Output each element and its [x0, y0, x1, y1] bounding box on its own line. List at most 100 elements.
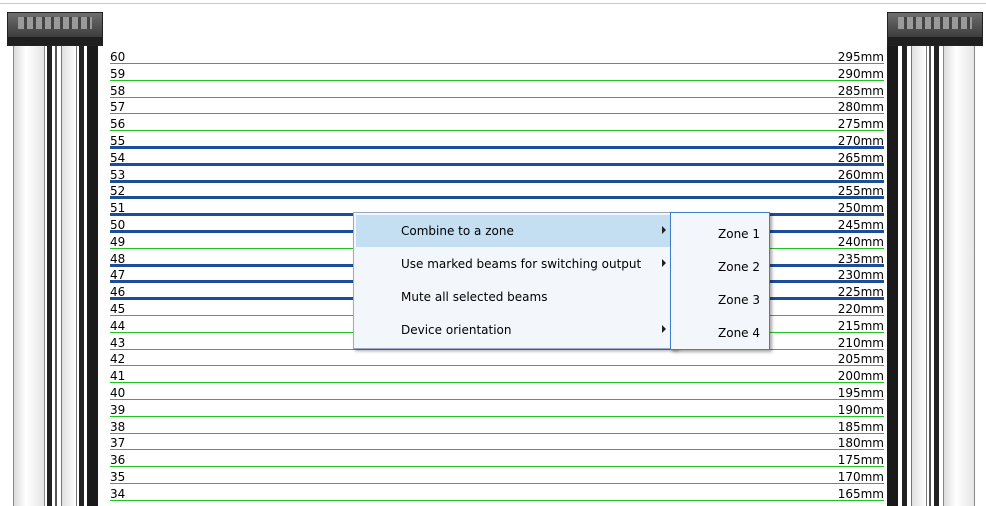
beam-height: 245mm — [837, 218, 884, 232]
beam-row[interactable]: 54 265mm — [110, 148, 884, 166]
beam-row[interactable]: 41 200mm — [110, 366, 884, 384]
beam-height: 295mm — [837, 50, 884, 64]
submenu-arrow-icon — [662, 259, 666, 267]
beam-row[interactable]: 57 280mm — [110, 97, 884, 115]
emitter-cap — [7, 12, 103, 46]
beam-height: 250mm — [837, 201, 884, 216]
beam-row[interactable]: 34 165mm — [110, 484, 884, 501]
beam-height: 200mm — [837, 369, 884, 384]
beam-number: 59 — [110, 66, 126, 81]
beam-number: 57 — [110, 100, 126, 115]
beam-number: 58 — [110, 83, 126, 98]
beam-number: 44 — [110, 318, 126, 333]
beam-line — [110, 499, 884, 501]
submenu-item-zone-1[interactable]: Zone 1 — [672, 218, 768, 250]
beam-row[interactable]: 52 255mm — [110, 181, 884, 200]
emitter-rail — [79, 46, 84, 506]
submenu-arrow-icon — [662, 226, 666, 234]
emitter-rail — [61, 46, 77, 506]
zone-submenu: Zone 1 Zone 2 Zone 3 Zone 4 — [670, 212, 770, 350]
beam-row[interactable]: 58 285mm — [110, 81, 884, 98]
beam-number: 52 — [110, 184, 126, 199]
beam-number: 41 — [110, 369, 126, 384]
beam-number: 37 — [110, 436, 126, 451]
beam-row[interactable]: 38 185mm — [110, 417, 884, 434]
beam-number: 53 — [110, 167, 126, 182]
submenu-item-label: Zone 3 — [718, 293, 760, 307]
beam-number: 49 — [110, 234, 126, 249]
beam-number: 36 — [110, 453, 126, 468]
beam-height: 290mm — [837, 66, 884, 81]
beam-number: 39 — [110, 402, 126, 417]
menu-item-label: Device orientation — [401, 323, 512, 337]
submenu-item-label: Zone 4 — [718, 326, 760, 340]
beam-height: 210mm — [837, 335, 884, 350]
menu-item-label: Combine to a zone — [401, 224, 514, 238]
beam-height: 265mm — [837, 150, 884, 165]
submenu-arrow-icon — [662, 325, 666, 333]
receiver-cap — [887, 12, 983, 46]
beam-height: 215mm — [837, 318, 884, 333]
emitter-rail — [47, 46, 52, 506]
beam-height: 230mm — [837, 268, 884, 283]
beam-height: 255mm — [837, 184, 884, 199]
menu-item-label: Mute all selected beams — [401, 290, 548, 304]
receiver-rail — [934, 46, 939, 506]
receiver-rail — [911, 46, 927, 506]
submenu-item-label: Zone 2 — [718, 260, 760, 274]
beam-height: 225mm — [837, 285, 884, 300]
receiver-rail — [902, 46, 907, 506]
beam-number: 34 — [110, 486, 126, 501]
light-curtain-emitter — [7, 12, 103, 506]
beam-number: 48 — [110, 251, 126, 266]
beam-height: 205mm — [837, 352, 884, 367]
beam-number: 54 — [110, 150, 126, 165]
beam-row[interactable]: 60 295mm — [110, 47, 884, 64]
beam-height: 195mm — [837, 386, 884, 400]
beam-number: 50 — [110, 218, 126, 232]
menu-item-combine-zone[interactable]: Combine to a zone — [356, 215, 674, 247]
beam-row[interactable]: 37 180mm — [110, 433, 884, 451]
receiver-rail — [929, 46, 931, 506]
top-border — [0, 3, 986, 4]
beam-number: 38 — [110, 419, 126, 434]
beam-row[interactable]: 40 195mm — [110, 383, 884, 400]
beam-number: 35 — [110, 470, 126, 484]
beam-row[interactable]: 56 275mm — [110, 114, 884, 132]
menu-item-device-orientation[interactable]: Device orientation — [356, 314, 674, 346]
beam-row[interactable]: 36 175mm — [110, 450, 884, 468]
submenu-item-label: Zone 1 — [718, 227, 760, 241]
beam-height: 170mm — [837, 470, 884, 484]
emitter-tube — [13, 46, 45, 506]
beam-height: 165mm — [837, 486, 884, 501]
emitter-rail — [87, 46, 98, 506]
emitter-rail — [55, 46, 57, 506]
beam-height: 235mm — [837, 251, 884, 266]
submenu-item-zone-3[interactable]: Zone 3 — [672, 284, 768, 316]
menu-item-switching-output[interactable]: Use marked beams for switching output — [356, 248, 674, 280]
beam-row[interactable]: 59 290mm — [110, 64, 884, 81]
beam-row[interactable]: 39 190mm — [110, 400, 884, 417]
context-menu: Combine to a zone Use marked beams for s… — [353, 212, 677, 349]
beam-number: 45 — [110, 302, 126, 316]
beam-number: 47 — [110, 268, 126, 283]
beam-height: 190mm — [837, 402, 884, 417]
light-curtain-receiver — [887, 12, 983, 506]
beam-number: 51 — [110, 201, 126, 216]
beam-height: 270mm — [837, 134, 884, 148]
submenu-item-zone-4[interactable]: Zone 4 — [672, 317, 768, 349]
submenu-item-zone-2[interactable]: Zone 2 — [672, 251, 768, 283]
beam-number: 42 — [110, 352, 126, 367]
beam-number: 55 — [110, 134, 126, 148]
beam-row[interactable]: 53 260mm — [110, 165, 884, 183]
beam-row[interactable]: 35 170mm — [110, 467, 884, 484]
beam-row[interactable]: 55 270mm — [110, 131, 884, 149]
beam-row[interactable]: 42 205mm — [110, 349, 884, 367]
beam-number: 60 — [110, 50, 126, 64]
beam-height: 260mm — [837, 167, 884, 182]
beam-height: 285mm — [837, 83, 884, 98]
beam-height: 220mm — [837, 302, 884, 316]
menu-item-label: Use marked beams for switching output — [401, 257, 642, 271]
menu-item-mute-beams[interactable]: Mute all selected beams — [356, 281, 674, 313]
beam-height: 280mm — [837, 100, 884, 115]
